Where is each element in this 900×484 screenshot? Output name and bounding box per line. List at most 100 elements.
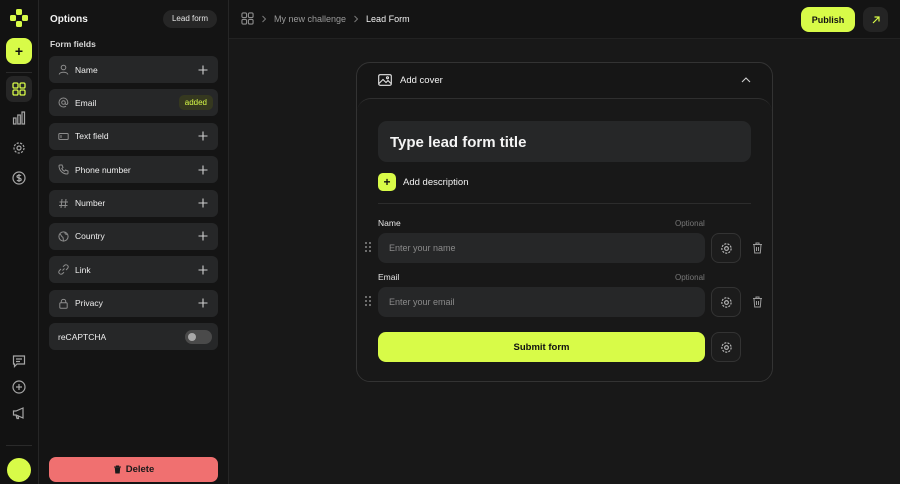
rail-billing-button[interactable]: [6, 165, 32, 191]
submit-form-button[interactable]: Submit form: [378, 332, 705, 362]
lead-form-tag[interactable]: Lead form: [162, 10, 217, 28]
delete-email-field-button[interactable]: [750, 295, 764, 309]
phone-icon: [58, 164, 69, 175]
rail-messages-button[interactable]: [6, 348, 32, 374]
rail-analytics-button[interactable]: [6, 105, 32, 131]
chevron-right-icon: [354, 15, 359, 22]
gear-icon: [720, 296, 732, 308]
plus-circle-icon: [12, 380, 26, 394]
megaphone-icon: [12, 407, 24, 420]
chevron-up-icon[interactable]: [741, 76, 751, 84]
name-field-settings-button[interactable]: [711, 233, 741, 263]
icon-rail: +: [0, 0, 39, 484]
open-external-button[interactable]: [863, 7, 888, 32]
rail-dashboard-button[interactable]: [6, 76, 32, 102]
rail-announcements-button[interactable]: [6, 400, 32, 426]
lock-icon: [58, 298, 69, 309]
field-option-number[interactable]: Number: [49, 189, 218, 217]
grid-icon: [12, 82, 26, 96]
email-field-label: Email: [378, 272, 400, 282]
add-description-label: Add description: [403, 176, 469, 188]
form-title-input[interactable]: Type lead form title: [378, 121, 751, 162]
gear-icon: [720, 341, 732, 353]
plus-icon[interactable]: [197, 164, 209, 176]
rail-add-button[interactable]: [6, 374, 32, 400]
trash-icon: [752, 296, 762, 308]
add-description-button[interactable]: + Add description: [378, 173, 468, 191]
rail-settings-button[interactable]: [6, 135, 32, 161]
field-option-privacy[interactable]: Privacy: [49, 289, 218, 317]
delete-name-field-button[interactable]: [750, 241, 764, 255]
trash-icon: [752, 242, 762, 254]
add-cover-row[interactable]: Add cover: [357, 63, 772, 99]
field-option-text-field[interactable]: Text field: [49, 122, 218, 150]
gear-icon: [13, 142, 25, 154]
create-new-button[interactable]: +: [6, 38, 32, 64]
field-option-label: Phone number: [75, 164, 131, 175]
breadcrumb-current: Lead Form: [366, 13, 410, 24]
form-fields-heading: Form fields: [50, 39, 96, 49]
delete-button[interactable]: Delete: [49, 457, 218, 482]
arrow-up-right-icon: [872, 15, 880, 23]
field-option-label: Name: [75, 64, 98, 75]
toggle-knob: [188, 332, 196, 341]
rail-divider: [6, 445, 32, 446]
recaptcha-toggle[interactable]: [185, 329, 212, 344]
field-option-label: Text field: [75, 131, 109, 142]
field-option-email[interactable]: Email added: [49, 89, 218, 117]
hash-icon: [58, 198, 69, 209]
form-body: Type lead form title + Add description N…: [357, 98, 772, 381]
field-option-recaptcha: reCAPTCHA: [49, 323, 218, 351]
avatar[interactable]: [7, 458, 31, 482]
name-input[interactable]: Enter your name: [378, 233, 705, 263]
chevron-right-icon: [262, 15, 267, 22]
plus-icon[interactable]: [197, 297, 209, 309]
field-option-label: Number: [75, 198, 106, 209]
logo-icon[interactable]: [10, 9, 28, 27]
dollar-icon: [12, 171, 26, 185]
panel-title: Options: [50, 14, 88, 25]
plus-icon[interactable]: [197, 264, 209, 276]
plus-icon[interactable]: [197, 130, 209, 142]
email-field-settings-button[interactable]: [711, 287, 741, 317]
rail-divider: [6, 72, 32, 73]
plus-icon[interactable]: [197, 230, 209, 242]
bar-chart-icon: [12, 111, 26, 125]
add-cover-label: Add cover: [400, 75, 443, 86]
divider: [378, 203, 751, 204]
email-optional-label: Optional: [675, 273, 705, 282]
field-option-label: Privacy: [75, 298, 103, 309]
options-panel: Options Lead form Form fields Name Email…: [39, 0, 229, 484]
grid-icon[interactable]: [241, 12, 254, 25]
email-input[interactable]: Enter your email: [378, 287, 705, 317]
chat-icon: [12, 355, 26, 368]
added-badge: added: [178, 95, 213, 111]
field-option-phone-number[interactable]: Phone number: [49, 156, 218, 184]
name-optional-label: Optional: [675, 219, 705, 228]
field-option-link[interactable]: Link: [49, 256, 218, 284]
field-option-label: Email: [75, 97, 97, 108]
plus-icon[interactable]: [197, 197, 209, 209]
field-option-name[interactable]: Name: [49, 56, 218, 83]
gear-icon: [720, 242, 732, 254]
breadcrumb-challenge[interactable]: My new challenge: [274, 14, 346, 24]
plus-icon[interactable]: [197, 64, 209, 76]
globe-icon: [58, 231, 69, 242]
image-icon: [378, 74, 392, 86]
field-option-country[interactable]: Country: [49, 222, 218, 250]
delete-label: Delete: [125, 464, 155, 475]
drag-handle-icon[interactable]: [364, 241, 372, 253]
publish-button[interactable]: Publish: [801, 7, 855, 32]
trash-icon: [113, 465, 121, 474]
name-field-label: Name: [378, 218, 401, 228]
form-fields-list: Name Email added Text field Phone number…: [49, 56, 218, 357]
breadcrumb: My new challenge Lead Form: [241, 12, 410, 25]
field-option-label: Country: [75, 231, 105, 242]
drag-handle-icon[interactable]: [364, 295, 372, 307]
lead-form-card: Add cover Type lead form title + Add des…: [356, 62, 773, 382]
submit-settings-button[interactable]: [711, 332, 741, 362]
user-icon: [58, 64, 69, 75]
plus-icon: +: [378, 173, 396, 191]
top-bar: My new challenge Lead Form Publish: [229, 0, 900, 39]
at-icon: [58, 97, 69, 108]
